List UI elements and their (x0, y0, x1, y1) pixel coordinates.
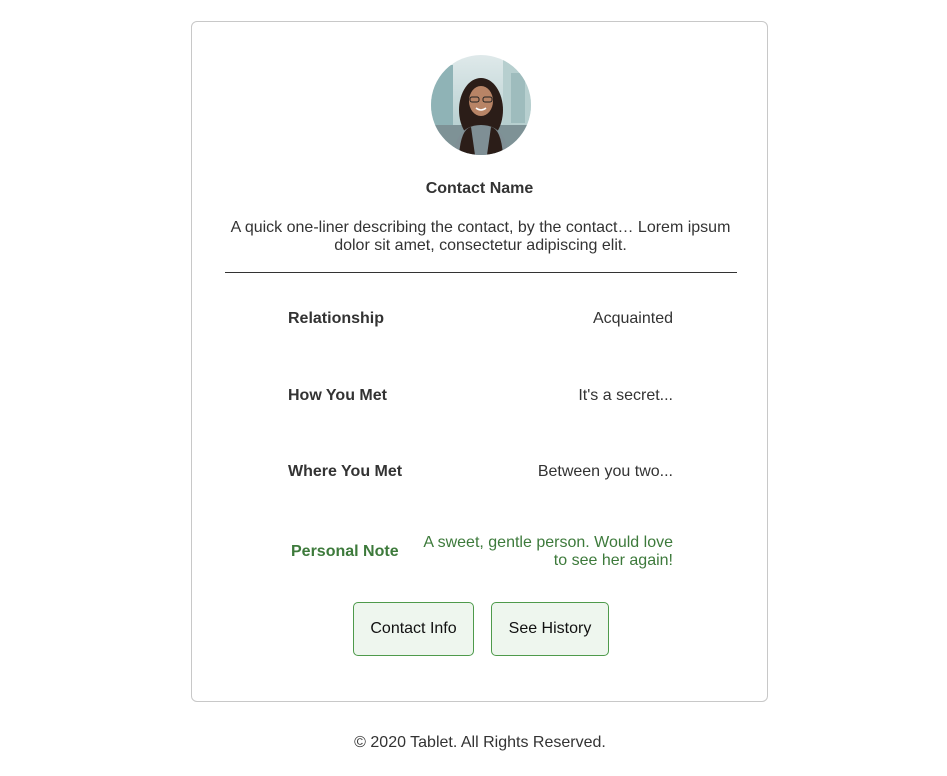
contact-name: Contact Name (425, 180, 534, 197)
detail-value: Between you two... (537, 463, 673, 480)
detail-label: Relationship (288, 310, 385, 327)
avatar-photo (431, 55, 531, 155)
contact-info-button[interactable]: Contact Info (353, 602, 474, 656)
see-history-button[interactable]: See History (491, 602, 609, 656)
divider (225, 272, 737, 273)
footer-copyright: © 2020 Tablet. All Rights Reserved. (354, 734, 606, 751)
contact-card: Contact Name A quick one-liner describin… (191, 21, 768, 702)
contact-bio: A quick one-liner describing the contact… (230, 219, 731, 254)
detail-value: A sweet, gentle person. Would love to se… (423, 534, 673, 569)
detail-value: Acquainted (592, 310, 673, 327)
detail-label: Personal Note (291, 543, 399, 560)
detail-label: How You Met (288, 387, 387, 404)
avatar (431, 55, 531, 155)
detail-label: Where You Met (288, 463, 403, 480)
detail-value: It's a secret... (578, 387, 673, 404)
